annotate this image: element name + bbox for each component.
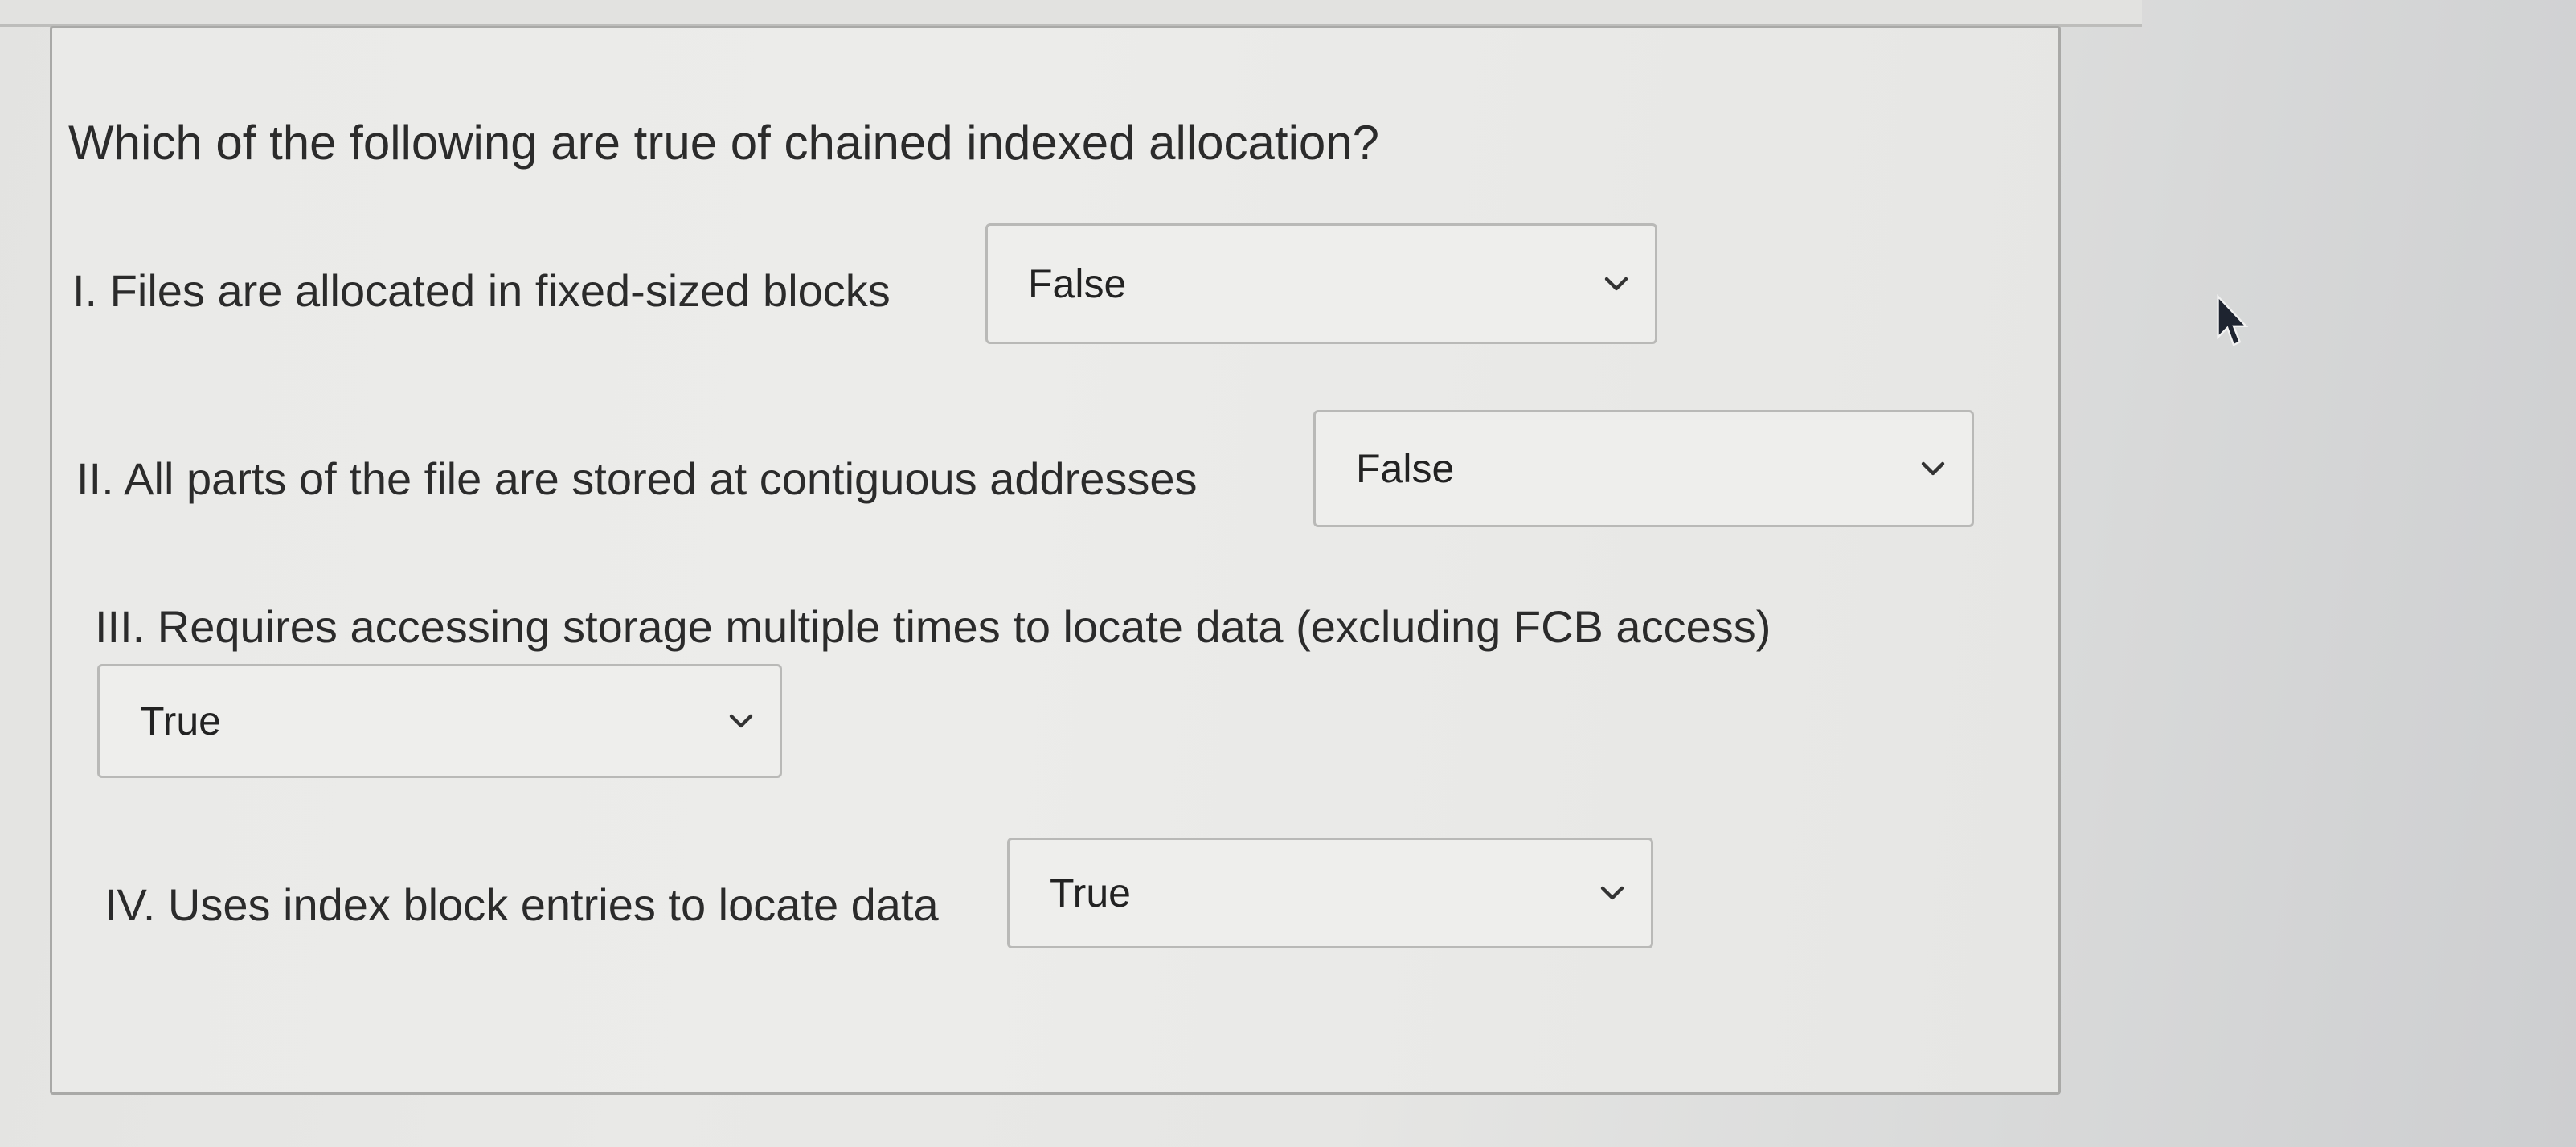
chevron-down-icon xyxy=(1600,886,1624,900)
mouse-cursor-icon xyxy=(2217,293,2249,346)
statement-1-label: I. Files are allocated in fixed-sized bl… xyxy=(72,265,891,316)
statement-3-dropdown[interactable]: True xyxy=(97,664,782,778)
statement-3-selected-value: True xyxy=(140,698,221,744)
chevron-down-icon xyxy=(729,714,753,728)
top-divider-strip xyxy=(0,0,2142,27)
chevron-down-icon xyxy=(1921,461,1945,476)
statement-4-dropdown[interactable]: True xyxy=(1007,838,1653,948)
statement-1-dropdown[interactable]: False xyxy=(985,223,1657,344)
chevron-down-icon xyxy=(1604,277,1628,291)
question-prompt: Which of the following are true of chain… xyxy=(68,116,1380,170)
statement-1-selected-value: False xyxy=(1028,261,1127,306)
statement-4-selected-value: True xyxy=(1050,870,1131,916)
statement-4-label: IV. Uses index block entries to locate d… xyxy=(104,879,939,930)
statement-3-label: III. Requires accessing storage multiple… xyxy=(95,601,1771,652)
statement-2-selected-value: False xyxy=(1356,446,1455,491)
statement-2-dropdown[interactable]: False xyxy=(1313,410,1974,527)
statement-2-label: II. All parts of the file are stored at … xyxy=(76,453,1198,504)
